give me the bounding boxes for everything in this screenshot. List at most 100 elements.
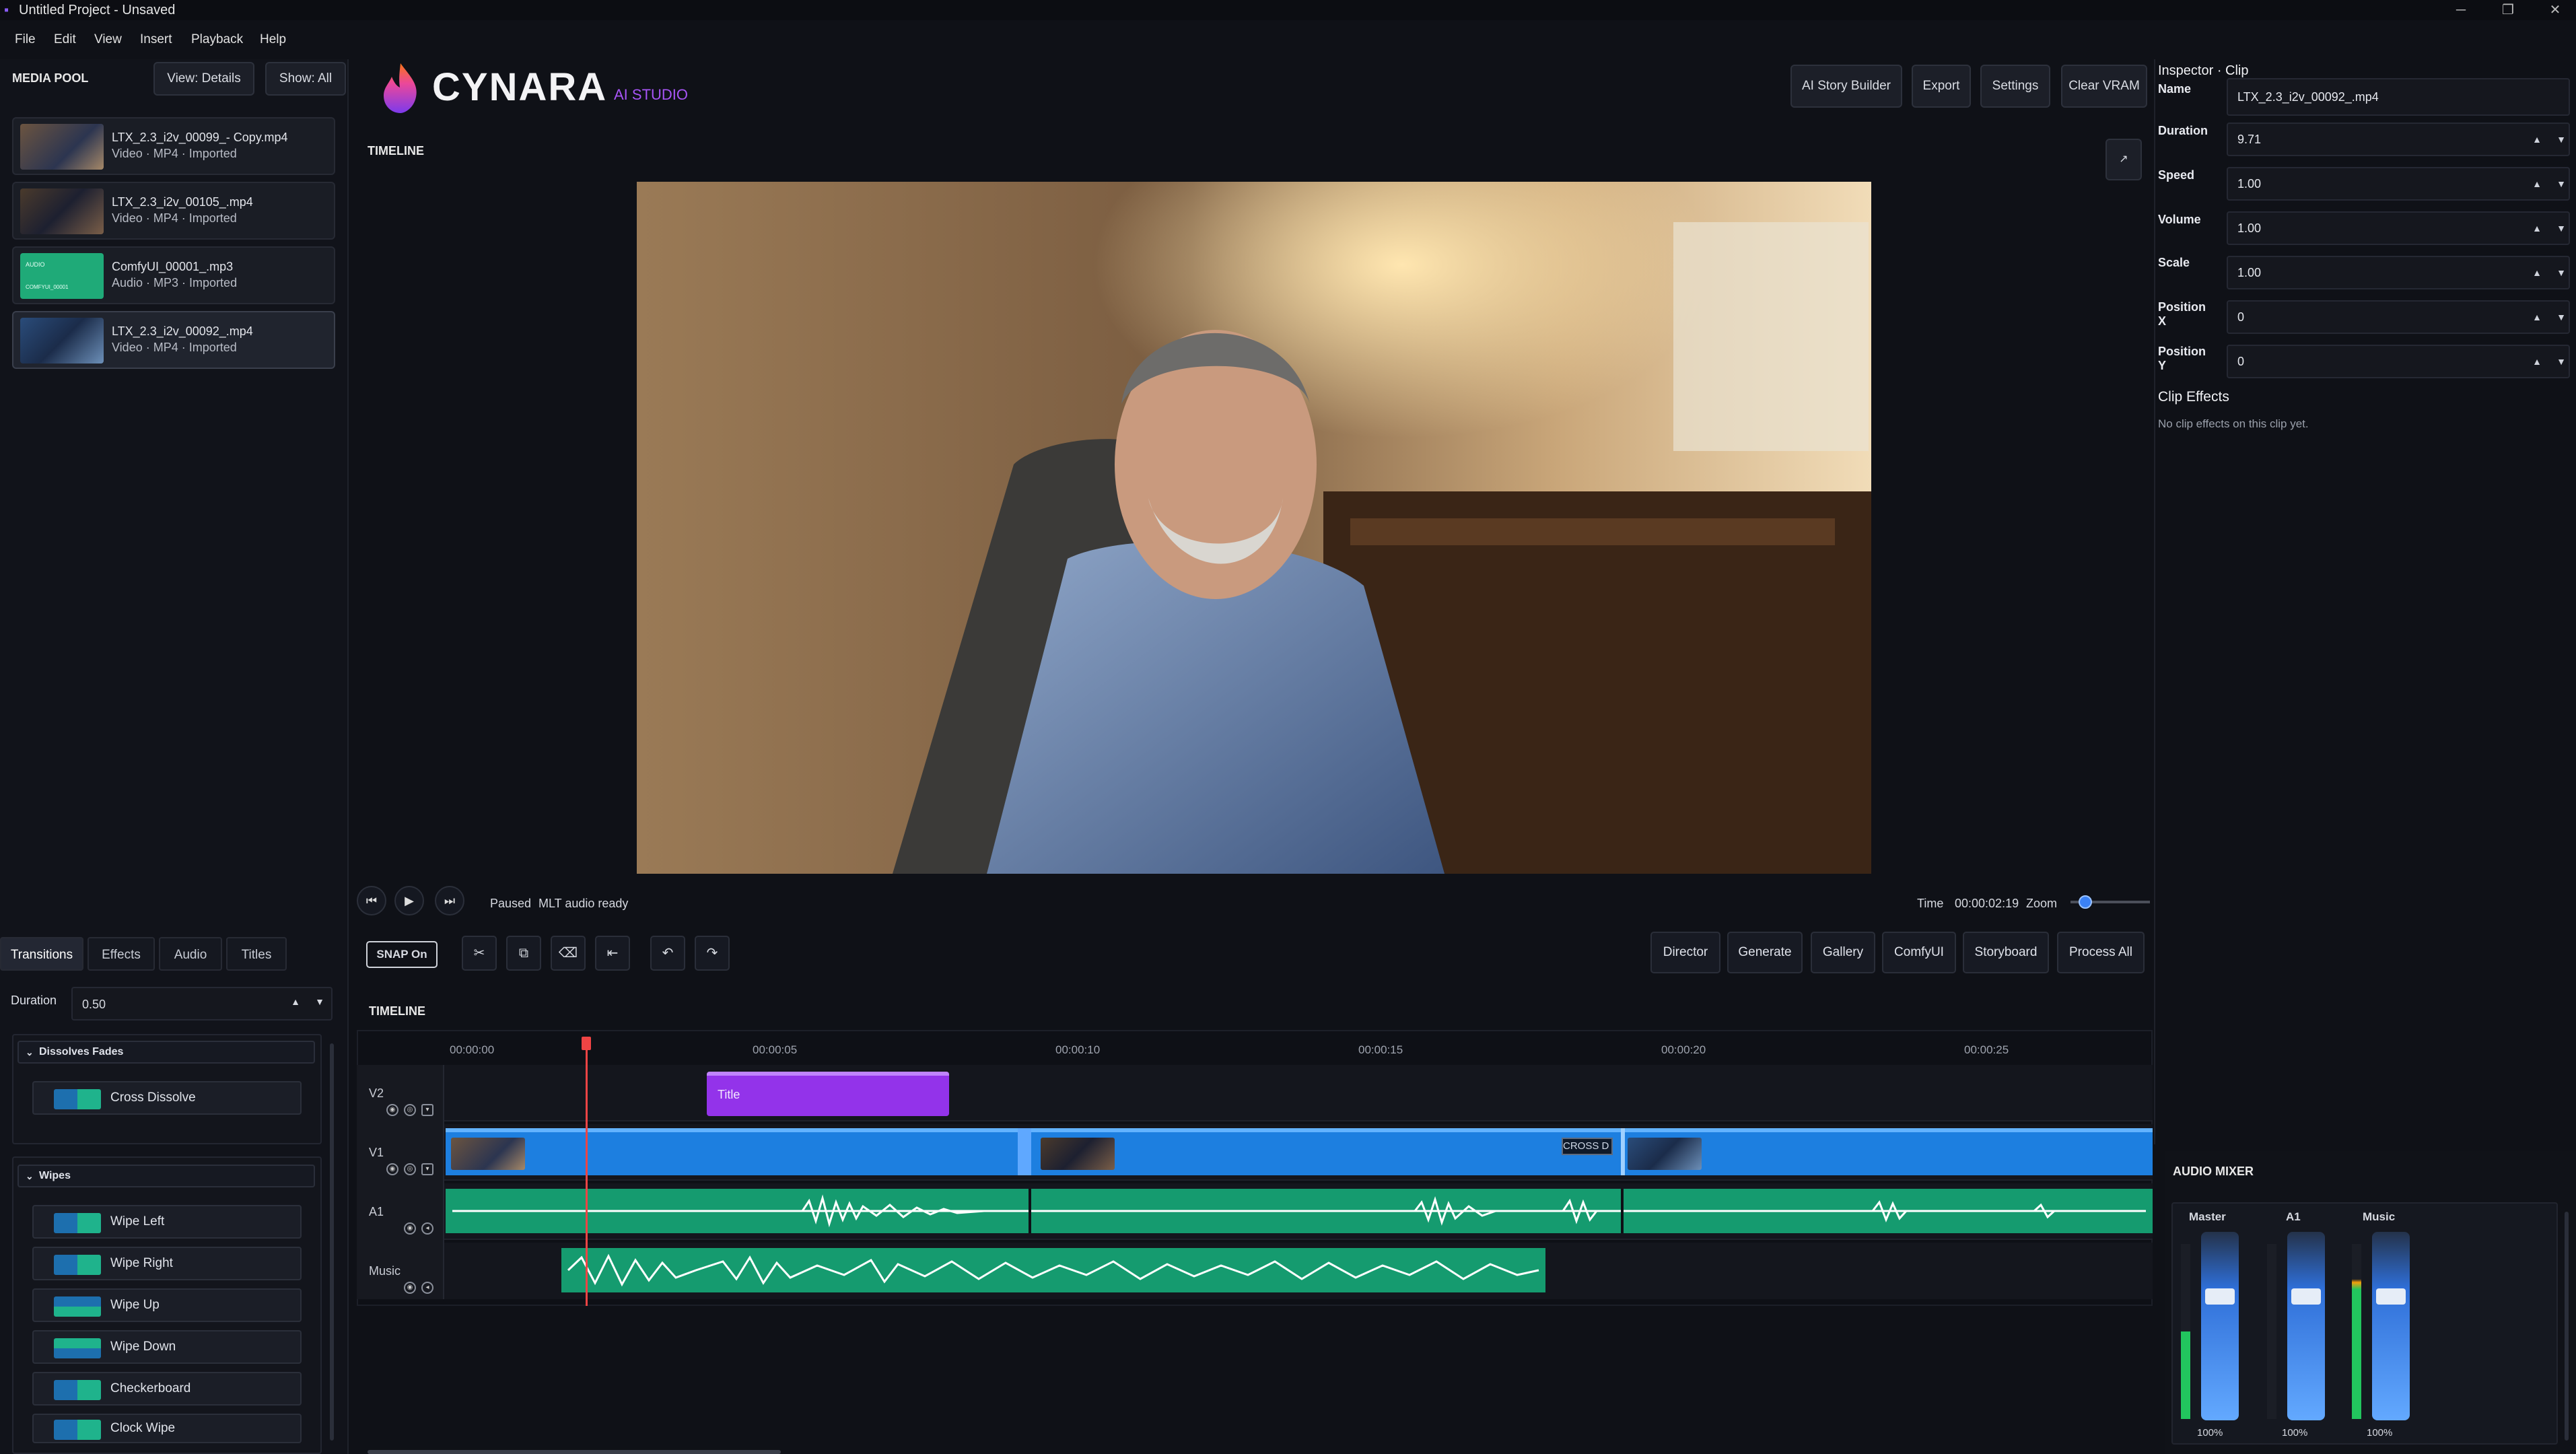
title-clip[interactable]: Title	[707, 1072, 949, 1116]
eye-icon[interactable]: ◎	[404, 1163, 416, 1175]
menu-help[interactable]: Help	[260, 32, 286, 47]
show-dropdown[interactable]: Show: All	[265, 62, 346, 96]
mute-icon[interactable]: ▾	[421, 1104, 433, 1116]
menu-file[interactable]: File	[15, 32, 36, 47]
mixer-scrollbar[interactable]	[2565, 1212, 2569, 1441]
fader-handle-master[interactable]	[2205, 1288, 2235, 1305]
spin-down-icon[interactable]: ▼	[2556, 124, 2566, 155]
transitions-scrollbar[interactable]	[330, 1043, 334, 1441]
media-item-selected[interactable]: LTX_2.3_i2v_00092_.mp4 Video · MP4 · Imp…	[12, 311, 335, 369]
video-preview[interactable]	[637, 182, 1871, 874]
timeline-ruler[interactable]: 00:00:00 00:00:05 00:00:10 00:00:15 00:0…	[444, 1043, 2153, 1060]
export-button[interactable]: Export	[1912, 65, 1971, 108]
generate-button[interactable]: Generate	[1727, 932, 1803, 973]
media-item[interactable]: LTX_2.3_i2v_00105_.mp4 Video · MP4 · Imp…	[12, 182, 335, 240]
spin-up-icon[interactable]: ▲	[2532, 124, 2542, 155]
playhead-line[interactable]	[586, 1047, 588, 1306]
tab-titles[interactable]: Titles	[226, 937, 287, 971]
menu-insert[interactable]: Insert	[140, 32, 172, 47]
fader-a1[interactable]	[2287, 1232, 2325, 1420]
transition-cross-dissolve[interactable]: Cross Dissolve	[32, 1081, 302, 1115]
tab-audio[interactable]: Audio	[159, 937, 222, 971]
tab-effects[interactable]: Effects	[88, 937, 155, 971]
fader-master[interactable]	[2201, 1232, 2239, 1420]
eye-icon[interactable]: ◎	[404, 1104, 416, 1116]
music-audio-clip[interactable]	[561, 1248, 1545, 1292]
v1-video-strip[interactable]	[446, 1128, 2153, 1175]
settings-button[interactable]: Settings	[1980, 65, 2050, 108]
fader-handle-music[interactable]	[2376, 1288, 2406, 1305]
close-button[interactable]: ✕	[2535, 0, 2575, 20]
position-x-field[interactable]: 0 ▲ ▼	[2227, 300, 2570, 334]
undo-icon[interactable]: ↶	[650, 936, 685, 971]
fader-handle-a1[interactable]	[2291, 1288, 2321, 1305]
delete-icon[interactable]: ⌫	[551, 936, 586, 971]
lock-icon[interactable]: ◉	[404, 1282, 416, 1294]
skip-forward-icon[interactable]: ⏭	[435, 886, 464, 915]
transition-wipe-down[interactable]: Wipe Down	[32, 1330, 302, 1364]
expand-icon[interactable]: ↗	[2105, 139, 2142, 180]
duration-field[interactable]: 9.71 ▲ ▼	[2227, 123, 2570, 156]
minimize-button[interactable]: ─	[2441, 0, 2481, 20]
transition-wipe-left[interactable]: Wipe Left	[32, 1205, 302, 1239]
ai-story-builder-button[interactable]: AI Story Builder	[1790, 65, 1902, 108]
spin-down-icon[interactable]: ▼	[2556, 213, 2566, 244]
comfyui-button[interactable]: ComfyUI	[1882, 932, 1956, 973]
a1-audio-clip[interactable]	[446, 1189, 2153, 1233]
view-dropdown[interactable]: View: Details	[153, 62, 254, 96]
storyboard-button[interactable]: Storyboard	[1963, 932, 2049, 973]
lock-icon[interactable]: ◉	[386, 1163, 398, 1175]
clear-vram-button[interactable]: Clear VRAM	[2061, 65, 2147, 108]
menu-playback[interactable]: Playback	[191, 32, 243, 47]
duplicate-icon[interactable]: ⧉	[506, 936, 541, 971]
spin-up-icon[interactable]: ▲	[2532, 302, 2542, 333]
name-field[interactable]: LTX_2.3_i2v_00092_.mp4	[2227, 78, 2570, 116]
transition-clock-wipe[interactable]: Clock Wipe	[32, 1414, 302, 1443]
section-dissolves[interactable]: ⌄ Dissolves Fades	[18, 1041, 315, 1064]
spin-down-icon[interactable]: ▼	[315, 996, 324, 1007]
skip-back-icon[interactable]: ⏮	[357, 886, 386, 915]
zoom-slider-handle[interactable]	[2079, 895, 2092, 909]
spin-up-icon[interactable]: ▲	[291, 996, 300, 1007]
spin-up-icon[interactable]: ▲	[2532, 257, 2542, 288]
spin-down-icon[interactable]: ▼	[2556, 346, 2566, 377]
duration-input[interactable]: 0.50 ▲ ▼	[71, 987, 333, 1020]
media-item[interactable]: LTX_2.3_i2v_00099_- Copy.mp4 Video · MP4…	[12, 117, 335, 175]
speed-field[interactable]: 1.00 ▲ ▼	[2227, 167, 2570, 201]
spin-down-icon[interactable]: ▼	[2556, 302, 2566, 333]
scale-field[interactable]: 1.00 ▲ ▼	[2227, 256, 2570, 289]
process-all-button[interactable]: Process All	[2057, 932, 2145, 973]
razor-icon[interactable]: ✂	[462, 936, 497, 971]
redo-icon[interactable]: ↷	[695, 936, 730, 971]
transition-checkerboard[interactable]: Checkerboard	[32, 1372, 302, 1406]
speaker-icon[interactable]: ◂	[421, 1222, 433, 1235]
mute-icon[interactable]: ▾	[421, 1163, 433, 1175]
transition-wipe-up[interactable]: Wipe Up	[32, 1288, 302, 1322]
spin-up-icon[interactable]: ▲	[2532, 213, 2542, 244]
menu-view[interactable]: View	[94, 32, 122, 47]
spin-down-icon[interactable]: ▼	[2556, 257, 2566, 288]
lock-icon[interactable]: ◉	[386, 1104, 398, 1116]
section-wipes[interactable]: ⌄ Wipes	[18, 1165, 315, 1187]
volume-field[interactable]: 1.00 ▲ ▼	[2227, 211, 2570, 245]
clip-handle[interactable]	[1018, 1128, 1031, 1175]
timeline-scrollbar[interactable]	[368, 1450, 781, 1454]
transition-wipe-right[interactable]: Wipe Right	[32, 1247, 302, 1280]
lock-icon[interactable]: ◉	[404, 1222, 416, 1235]
spin-up-icon[interactable]: ▲	[2532, 346, 2542, 377]
menu-edit[interactable]: Edit	[54, 32, 76, 47]
gallery-button[interactable]: Gallery	[1811, 932, 1875, 973]
spin-up-icon[interactable]: ▲	[2532, 168, 2542, 199]
snap-toggle[interactable]: SNAP On	[366, 941, 438, 968]
fader-music[interactable]	[2372, 1232, 2410, 1420]
spin-down-icon[interactable]: ▼	[2556, 168, 2566, 199]
tab-transitions[interactable]: Transitions	[0, 937, 83, 971]
ripple-icon[interactable]: ⇤	[595, 936, 630, 971]
cross-dissolve-marker[interactable]: CROSS D	[1562, 1138, 1613, 1155]
speaker-icon[interactable]: ◂	[421, 1282, 433, 1294]
media-item[interactable]: AUDIO COMFYUI_00001 ComfyUI_00001_.mp3 A…	[12, 246, 335, 304]
clip-boundary[interactable]	[1621, 1128, 1625, 1175]
maximize-button[interactable]: ❐	[2488, 0, 2528, 20]
position-y-field[interactable]: 0 ▲ ▼	[2227, 345, 2570, 378]
play-icon[interactable]: ▶	[394, 886, 424, 915]
